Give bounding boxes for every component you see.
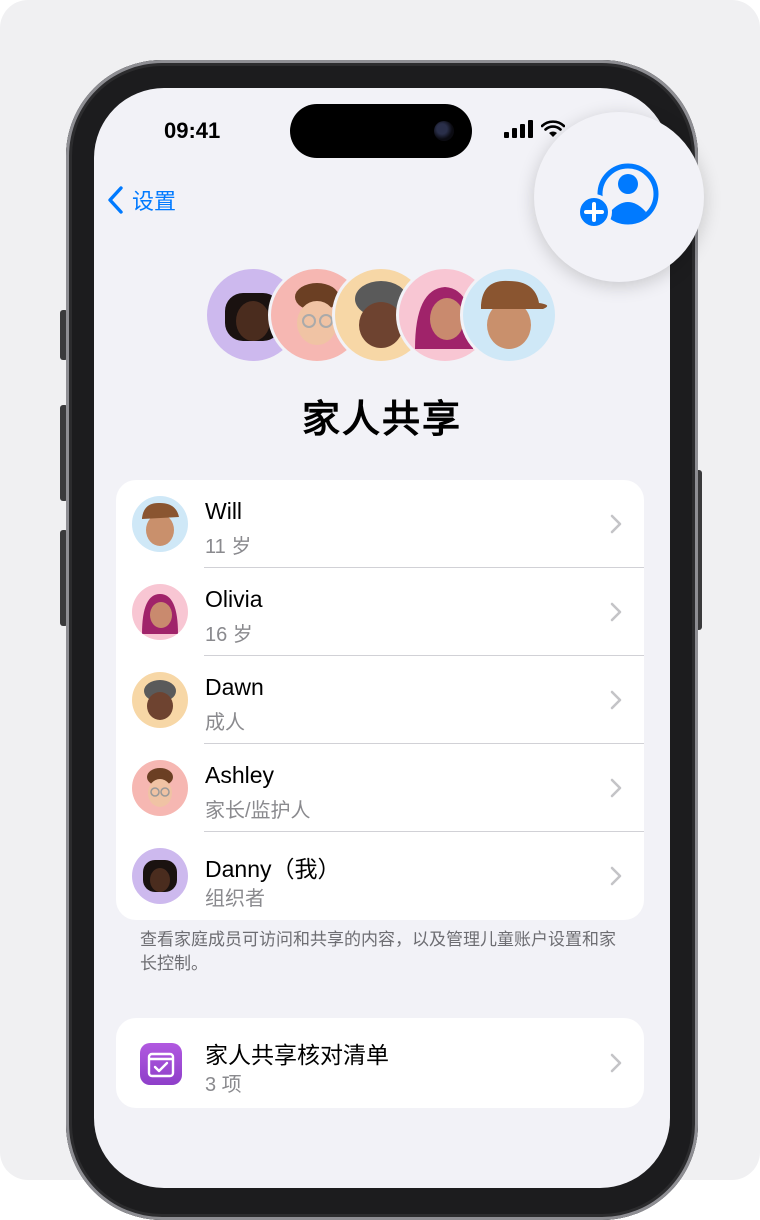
status-time: 09:41 — [164, 118, 221, 143]
list-item-ashley[interactable]: Ashley 家长/监护人 — [116, 744, 644, 832]
avatar — [132, 760, 188, 816]
member-role: 16 岁 — [205, 624, 253, 646]
chevron-right-icon — [610, 690, 622, 710]
signal-icon — [504, 120, 533, 138]
member-role: 成人 — [205, 712, 245, 734]
avatar — [132, 496, 188, 552]
avatar — [132, 672, 188, 728]
status-icons — [504, 120, 565, 138]
family-avatar-group — [204, 266, 564, 364]
member-role: 11 岁 — [205, 536, 252, 558]
checklist-count: 3 项 — [205, 1074, 242, 1096]
list-item-will[interactable]: Will 11 岁 — [116, 480, 644, 568]
member-name: Will — [205, 498, 243, 524]
add-member-button[interactable] — [534, 112, 704, 282]
dynamic-island — [290, 104, 472, 158]
back-button[interactable]: 设置 — [106, 184, 176, 216]
back-label: 设置 — [132, 189, 177, 214]
chevron-left-icon — [108, 186, 123, 214]
checklist-icon — [140, 1043, 182, 1085]
add-person-icon — [576, 163, 659, 230]
family-checklist-item[interactable]: 家人共享核对清单 3 项 — [116, 1018, 644, 1108]
member-name: Olivia — [205, 586, 263, 612]
chevron-right-icon — [610, 602, 622, 622]
member-name: Ashley — [205, 762, 275, 788]
member-role: 家长/监护人 — [205, 800, 311, 822]
chevron-right-icon — [610, 1053, 622, 1073]
list-item-danny[interactable]: Danny（我） 组织者 — [116, 832, 644, 920]
page-title: 家人共享 — [301, 399, 462, 441]
member-name: Danny（我） — [205, 856, 341, 882]
member-role: 组织者 — [205, 888, 265, 910]
checklist-title: 家人共享核对清单 — [205, 1042, 389, 1068]
chevron-right-icon — [610, 514, 622, 534]
list-item-dawn[interactable]: Dawn 成人 — [116, 656, 644, 744]
chevron-right-icon — [610, 866, 622, 886]
front-camera-icon — [434, 121, 454, 141]
avatar-will — [460, 266, 558, 364]
member-name: Dawn — [205, 674, 264, 700]
member-list: Will 11 岁 Olivia 16 岁 Dawn 成人 Ashley 家长/… — [116, 480, 644, 920]
avatar — [132, 848, 188, 904]
member-list-footnote: 查看家庭成员可访问和共享的内容，以及管理儿童账户设置和家长控制。 — [140, 930, 616, 973]
chevron-right-icon — [610, 778, 622, 798]
list-item-olivia[interactable]: Olivia 16 岁 — [116, 568, 644, 656]
avatar — [132, 584, 188, 640]
